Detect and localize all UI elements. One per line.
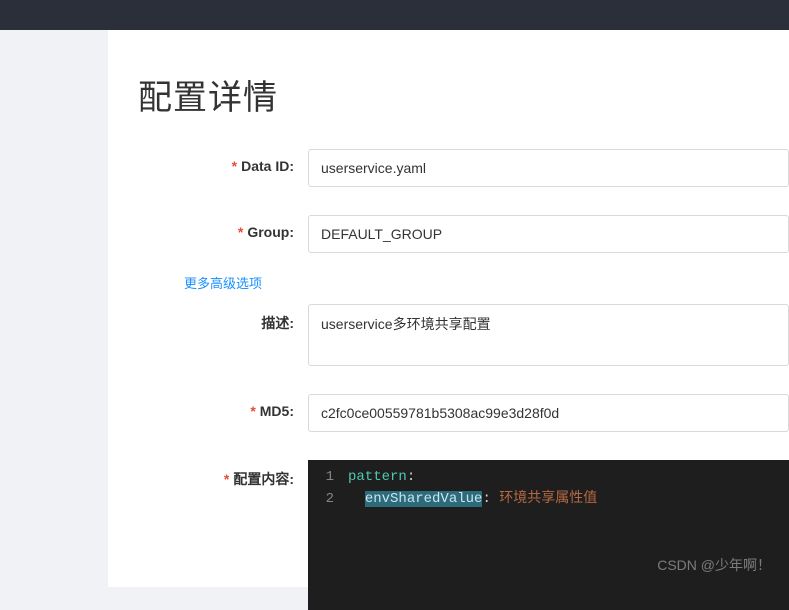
- row-md5: *MD5:: [138, 394, 789, 432]
- line-content: envSharedValue: 环境共享属性值: [348, 488, 789, 510]
- row-group: *Group:: [138, 215, 789, 253]
- top-bar: [0, 0, 789, 30]
- label-md5: *MD5:: [138, 394, 308, 419]
- label-data-id: *Data ID:: [138, 149, 308, 174]
- content-panel: 配置详情 *Data ID: *Group: 更多高级选项 描述: *MD5: …: [108, 30, 789, 587]
- row-data-id: *Data ID:: [138, 149, 789, 187]
- label-content: *配置内容:: [138, 460, 308, 489]
- label-description: 描述:: [138, 304, 308, 333]
- page-title: 配置详情: [138, 70, 789, 119]
- code-line: 2 envSharedValue: 环境共享属性值: [308, 488, 789, 510]
- line-number: 2: [308, 488, 348, 510]
- input-group[interactable]: [308, 215, 789, 253]
- row-content: *配置内容: 1pattern:2 envSharedValue: 环境共享属性…: [138, 460, 789, 610]
- row-description: 描述:: [138, 304, 789, 366]
- line-content: pattern:: [348, 466, 789, 488]
- line-number: 1: [308, 466, 348, 488]
- code-line: 1pattern:: [308, 466, 789, 488]
- code-editor[interactable]: 1pattern:2 envSharedValue: 环境共享属性值: [308, 460, 789, 610]
- input-data-id[interactable]: [308, 149, 789, 187]
- input-description[interactable]: [308, 304, 789, 366]
- label-group: *Group:: [138, 215, 308, 240]
- input-md5[interactable]: [308, 394, 789, 432]
- advanced-options-link[interactable]: 更多高级选项: [184, 273, 789, 292]
